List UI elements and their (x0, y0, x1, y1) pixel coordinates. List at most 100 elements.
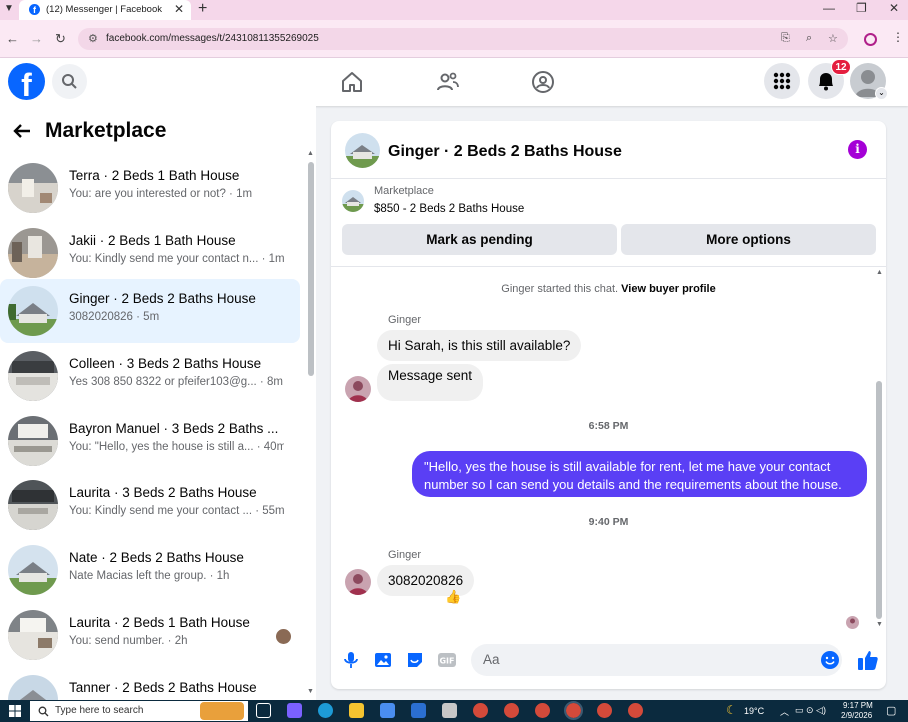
scroll-up-arrow-icon[interactable]: ▲ (307, 150, 314, 157)
thumbs-up-reaction-icon[interactable]: 👍 (445, 589, 461, 605)
thumbs-up-send-icon[interactable] (857, 649, 879, 671)
zoom-icon[interactable]: ⌕ (806, 32, 812, 45)
conversation-item[interactable]: Laurita · 3 Beds 2 Baths House You: Kind… (0, 473, 300, 537)
chrome-icon[interactable] (628, 703, 643, 718)
conversation-item[interactable]: Nate · 2 Beds 2 Baths House Nate Macias … (0, 538, 300, 602)
read-receipt-avatar (846, 616, 859, 629)
taskbar-search-box[interactable]: Type here to search (30, 701, 248, 721)
browser-profile-icon[interactable] (864, 33, 877, 46)
home-icon[interactable] (340, 70, 364, 97)
view-buyer-profile-link[interactable]: View buyer profile (621, 283, 716, 295)
mail-icon[interactable] (411, 703, 426, 718)
app-icon[interactable] (442, 703, 457, 718)
browser-tab-strip: ▼ f (12) Messenger | Facebook ✕ + — ❐ ✕ (0, 0, 908, 20)
sender-avatar[interactable] (345, 376, 371, 402)
scroll-down-arrow-icon[interactable]: ▼ (876, 621, 883, 628)
friends-icon[interactable] (436, 70, 460, 97)
reload-icon[interactable]: ↻ (55, 31, 66, 47)
minimize-icon[interactable]: — (823, 1, 835, 15)
tab-search-chevron-icon[interactable]: ▼ (4, 3, 14, 14)
facebook-favicon-icon: f (29, 4, 40, 15)
chat-scrollbar[interactable] (876, 381, 882, 619)
bookmark-star-icon[interactable]: ☆ (828, 32, 838, 45)
more-options-button[interactable]: More options (621, 224, 876, 255)
listing-thumbnail (8, 228, 58, 278)
chat-listing-avatar[interactable] (345, 133, 380, 168)
window-close-icon[interactable]: ✕ (889, 1, 899, 15)
back-icon[interactable]: ← (6, 31, 19, 46)
conversation-item[interactable]: Tanner · 2 Beds 2 Baths House (0, 668, 300, 700)
listing-title[interactable]: $850 - 2 Beds 2 Baths House (374, 203, 524, 215)
sidebar-scrollbar[interactable] (308, 162, 314, 376)
browser-toolbar: ← → ↻ ⚙ facebook.com/messages/t/24310811… (0, 20, 908, 58)
chat-started-text: Ginger started this chat. (501, 283, 619, 295)
sender-avatar[interactable] (345, 569, 371, 595)
back-arrow-icon[interactable] (12, 122, 32, 145)
clock-time[interactable]: 9:17 PM (843, 701, 873, 710)
conversation-preview: You: "Hello, yes the house is still a...… (69, 441, 284, 453)
outgoing-message[interactable]: "Hello, yes the house is still available… (412, 451, 867, 497)
chrome-active-icon[interactable] (564, 701, 583, 720)
conversation-item[interactable]: Jakii · 2 Beds 1 Bath House You: Kindly … (0, 221, 300, 285)
photo-icon[interactable] (374, 651, 392, 669)
sticker-icon[interactable] (406, 651, 424, 669)
message-input[interactable]: Aa (471, 644, 842, 676)
incoming-message[interactable]: Hi Sarah, is this still available? (377, 330, 582, 361)
chat-title[interactable]: Ginger · 2 Beds 2 Baths House (388, 143, 622, 161)
forward-icon[interactable]: → (30, 31, 43, 46)
conversation-title: Jakii · 2 Beds 1 Bath House (69, 233, 236, 248)
tab-title: (12) Messenger | Facebook (46, 4, 162, 15)
conversation-item[interactable]: Bayron Manuel · 3 Beds 2 Baths ... You: … (0, 409, 300, 473)
mark-as-pending-button[interactable]: Mark as pending (342, 224, 617, 255)
conversation-title: Colleen · 3 Beds 2 Baths House (69, 356, 262, 371)
browser-tab-active[interactable]: f (12) Messenger | Facebook ✕ (19, 0, 191, 20)
task-view-icon[interactable] (256, 703, 271, 718)
maximize-icon[interactable]: ❐ (856, 1, 867, 15)
browser-menu-icon[interactable]: ⋮ (892, 30, 904, 44)
site-settings-icon[interactable]: ⚙ (88, 32, 98, 45)
notification-center-icon[interactable]: ▢ (886, 704, 896, 717)
facebook-search-button[interactable] (52, 64, 87, 99)
facebook-logo-icon[interactable]: f (8, 63, 45, 100)
scroll-up-arrow-icon[interactable]: ▲ (876, 269, 883, 276)
marketplace-sidebar: Marketplace Terra · 2 Beds 1 Bath House … (0, 106, 316, 700)
conversation-preview: You: Kindly send me your contact ... · 5… (69, 505, 284, 517)
weather-temp[interactable]: 19°C (744, 706, 764, 716)
conversation-title: Bayron Manuel · 3 Beds 2 Baths ... (69, 421, 279, 436)
chrome-icon[interactable] (535, 703, 550, 718)
marketplace-label: Marketplace (374, 185, 434, 197)
conversation-item-selected[interactable]: Ginger · 2 Beds 2 Baths House 3082020826… (0, 279, 300, 343)
clock-date[interactable]: 2/9/2026 (841, 711, 872, 720)
conversation-item[interactable]: Laurita · 2 Beds 1 Bath House You: send … (0, 603, 300, 667)
listing-thumbnail[interactable] (342, 190, 364, 212)
message-list: Ginger started this chat. View buyer pro… (331, 268, 886, 629)
scroll-down-arrow-icon[interactable]: ▼ (307, 688, 314, 695)
install-app-icon[interactable]: ⎘ (781, 32, 790, 45)
windows-start-icon[interactable] (9, 705, 21, 720)
conversation-item[interactable]: Colleen · 3 Beds 2 Baths House Yes 308 8… (0, 344, 300, 408)
chevron-down-icon[interactable]: ⌄ (875, 87, 888, 100)
chrome-icon[interactable] (473, 703, 488, 718)
chrome-icon[interactable] (504, 703, 519, 718)
info-icon[interactable]: i (848, 140, 867, 159)
menu-grid-button[interactable] (764, 63, 800, 99)
store-icon[interactable] (380, 703, 395, 718)
edge-icon[interactable] (318, 703, 333, 718)
listing-thumbnail (8, 545, 58, 595)
file-explorer-icon[interactable] (349, 703, 364, 718)
microphone-icon[interactable] (342, 651, 360, 669)
emoji-icon[interactable] (821, 651, 839, 669)
url-text[interactable]: facebook.com/messages/t/2431081135526902… (106, 33, 319, 44)
tab-close-icon[interactable]: ✕ (174, 2, 184, 16)
conversation-item[interactable]: Terra · 2 Beds 1 Bath House You: are you… (0, 156, 300, 220)
copilot-icon[interactable] (287, 703, 302, 718)
chrome-icon[interactable] (597, 703, 612, 718)
tray-chevron-icon[interactable]: ︿ (780, 705, 789, 718)
incoming-message[interactable]: Message sent (377, 364, 484, 401)
address-bar[interactable]: ⚙ facebook.com/messages/t/24310811355269… (78, 28, 848, 50)
new-tab-icon[interactable]: + (198, 0, 207, 18)
groups-icon[interactable] (531, 70, 555, 97)
message-timestamp: 6:58 PM (588, 420, 629, 432)
tray-icons[interactable]: ▭ ⊙ ◁) (795, 705, 826, 716)
gif-icon[interactable]: GIF (438, 651, 456, 669)
